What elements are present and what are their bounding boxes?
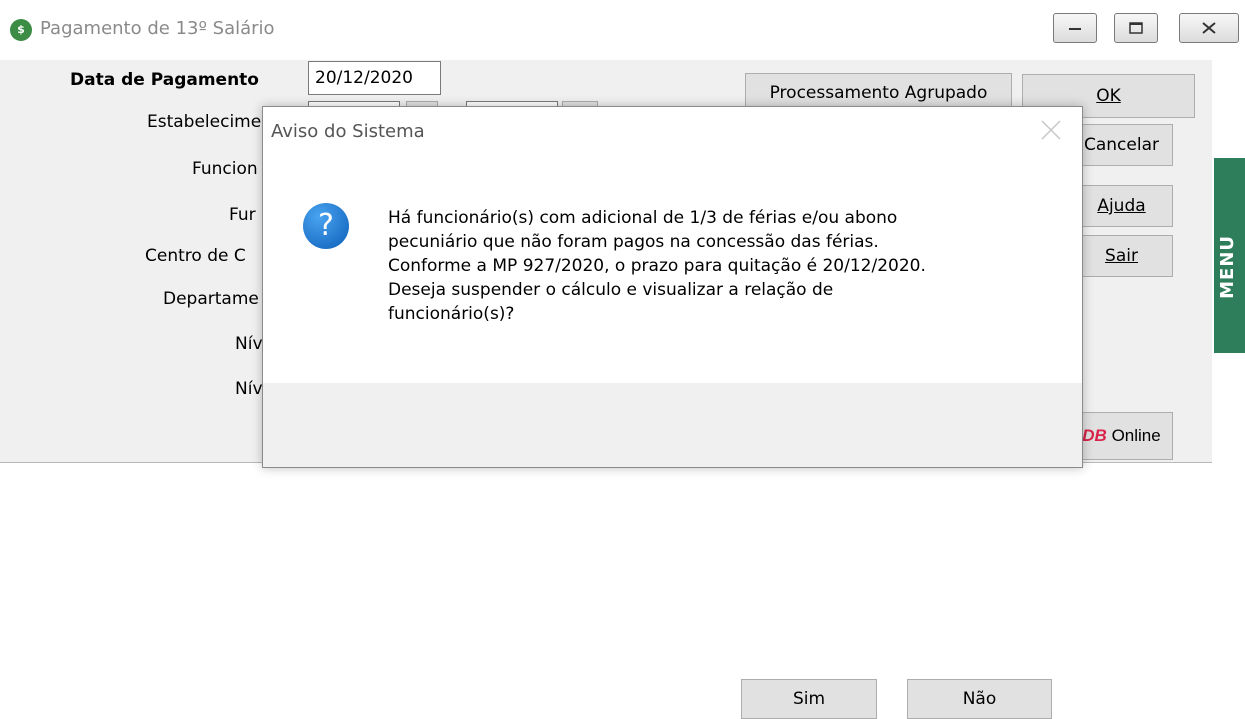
question-icon: ? xyxy=(303,203,349,249)
online-label: Online xyxy=(1106,426,1161,445)
online-button[interactable]: DB Online xyxy=(1070,412,1173,460)
dialog-message: Há funcionário(s) com adicional de 1/3 d… xyxy=(388,208,926,324)
help-label: Ajuda xyxy=(1097,196,1146,216)
funcao-label: Fur xyxy=(229,205,256,225)
online-logo: DB xyxy=(1082,426,1107,445)
dialog-footer: Sim Não xyxy=(263,383,1082,719)
nivel-label-2: Nív xyxy=(235,379,263,399)
system-alert-dialog: Aviso do Sistema ? Há funcionário(s) com… xyxy=(262,106,1083,719)
date-field[interactable]: 20/12/2020 xyxy=(308,61,441,95)
help-button[interactable]: Ajuda xyxy=(1070,185,1173,227)
ok-label: OK xyxy=(1096,86,1121,106)
exit-label: Sair xyxy=(1105,246,1138,266)
title-bar: $ Pagamento de 13º Salário xyxy=(0,0,1245,60)
close-button[interactable] xyxy=(1179,13,1239,43)
yes-button[interactable]: Sim xyxy=(741,679,877,719)
date-label: Data de Pagamento xyxy=(70,70,259,90)
money-icon: $ xyxy=(10,19,32,41)
minimize-button[interactable] xyxy=(1053,13,1097,43)
dialog-title: Aviso do Sistema xyxy=(271,121,425,142)
menu-tab-label: MENU xyxy=(1217,235,1238,299)
no-button[interactable]: Não xyxy=(907,679,1052,719)
estabelecimento-label: Estabelecime xyxy=(147,112,262,132)
maximize-button[interactable] xyxy=(1114,13,1158,43)
centro-custo-label: Centro de C xyxy=(145,246,246,266)
close-icon[interactable] xyxy=(1038,117,1064,143)
funcionario-label: Funcion xyxy=(192,159,258,179)
window-title: Pagamento de 13º Salário xyxy=(40,18,275,39)
exit-button[interactable]: Sair xyxy=(1070,235,1173,277)
cancel-button[interactable]: Cancelar xyxy=(1070,124,1173,166)
departamento-label: Departame xyxy=(163,289,259,309)
nivel-label-1: Nív xyxy=(235,334,263,354)
